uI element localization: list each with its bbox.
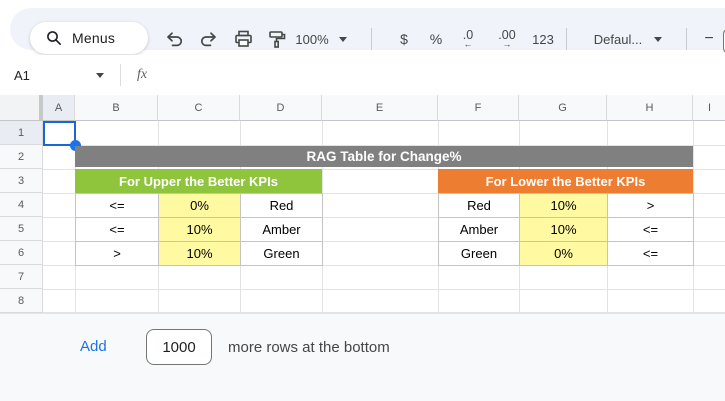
decrease-font-size-button[interactable]: − <box>698 25 720 53</box>
undo-button[interactable] <box>158 25 190 53</box>
decrease-decimal-button[interactable]: .0 ← <box>453 25 483 53</box>
zoom-control[interactable]: 100% <box>288 25 354 53</box>
column-header-g[interactable]: G <box>519 95 607 121</box>
column-header-i[interactable]: I <box>693 95 725 121</box>
column-header-f[interactable]: F <box>438 95 519 121</box>
column-header-b[interactable]: B <box>75 95 158 121</box>
format-currency-button[interactable]: $ <box>390 25 418 53</box>
font-selector[interactable]: Defaul... <box>578 25 678 53</box>
table-cell[interactable]: <= <box>76 218 159 242</box>
increase-decimal-icon: .00 → <box>498 29 515 50</box>
name-box-chevron-icon[interactable] <box>96 73 104 78</box>
lower-better-table: Red 10% > Amber 10% <= Green 0% <= <box>438 193 694 266</box>
column-header-a[interactable]: A <box>43 95 75 121</box>
table-cell[interactable]: 10% <box>520 194 608 218</box>
add-rows-button[interactable]: Add <box>80 338 107 355</box>
rows-count-input[interactable] <box>146 329 212 365</box>
column-header-h[interactable]: H <box>607 95 693 121</box>
table-cell[interactable]: Amber <box>241 218 323 242</box>
table-cell[interactable]: 10% <box>159 242 241 266</box>
table-cell[interactable]: 10% <box>520 218 608 242</box>
fx-icon[interactable]: fx <box>137 67 147 83</box>
row-header-4[interactable]: 4 <box>0 193 43 217</box>
search-icon <box>46 30 62 46</box>
row-header-1[interactable]: 1 <box>0 121 43 145</box>
redo-icon <box>199 30 219 48</box>
table-cell[interactable]: Green <box>241 242 323 266</box>
menus-search[interactable]: Menus <box>30 22 148 54</box>
table-cell[interactable]: Green <box>439 242 520 266</box>
menus-label: Menus <box>72 30 115 46</box>
add-rows-panel: Add more rows at the bottom <box>0 313 725 401</box>
table-cell[interactable]: Amber <box>439 218 520 242</box>
upper-better-header[interactable]: For Upper the Better KPIs <box>75 169 322 193</box>
column-header-d[interactable]: D <box>240 95 322 121</box>
table-cell[interactable]: 0% <box>159 194 241 218</box>
toolbar-divider <box>566 28 567 50</box>
row-header-7[interactable]: 7 <box>0 265 43 289</box>
name-box[interactable]: A1 <box>14 68 94 83</box>
toolbar-divider <box>371 28 372 50</box>
row-headers: 1 2 3 4 5 6 7 8 <box>0 121 43 313</box>
table-cell[interactable]: > <box>608 194 694 218</box>
more-formats-button[interactable]: 123 <box>528 25 558 53</box>
row-header-8[interactable]: 8 <box>0 289 43 313</box>
row-header-6[interactable]: 6 <box>0 241 43 265</box>
toolbar: Menus <box>0 0 725 55</box>
select-all-corner[interactable] <box>0 95 43 121</box>
table-cell[interactable]: <= <box>76 194 159 218</box>
print-button[interactable] <box>226 25 260 53</box>
formula-bar: A1 fx <box>0 55 725 95</box>
table-cell[interactable]: Red <box>241 194 323 218</box>
table-cell[interactable]: 10% <box>159 218 241 242</box>
column-headers: A B C D E F G H I <box>0 95 725 121</box>
column-header-c[interactable]: C <box>158 95 240 121</box>
rag-table-title[interactable]: RAG Table for Change% <box>75 146 693 167</box>
row-header-2[interactable]: 2 <box>0 145 43 169</box>
chevron-down-icon <box>654 37 662 42</box>
row-header-3[interactable]: 3 <box>0 169 43 193</box>
spreadsheet-grid: A B C D E F G H I 1 2 3 4 5 6 7 8 <box>0 95 725 313</box>
column-header-e[interactable]: E <box>322 95 438 121</box>
format-percent-button[interactable]: % <box>422 25 450 53</box>
decrease-decimal-icon: .0 ← <box>463 29 473 50</box>
paint-roller-icon <box>267 30 287 49</box>
redo-button[interactable] <box>193 25 225 53</box>
table-cell[interactable]: <= <box>608 218 694 242</box>
row-header-5[interactable]: 5 <box>0 217 43 241</box>
font-name: Defaul... <box>594 32 642 47</box>
undo-icon <box>164 30 184 48</box>
table-cell[interactable]: > <box>76 242 159 266</box>
lower-better-header[interactable]: For Lower the Better KPIs <box>438 169 693 193</box>
chevron-down-icon <box>339 37 347 42</box>
table-cell[interactable]: Red <box>439 194 520 218</box>
add-rows-suffix-label: more rows at the bottom <box>228 339 390 356</box>
formula-bar-divider <box>120 64 121 86</box>
print-icon <box>234 30 253 48</box>
table-cell[interactable]: <= <box>608 242 694 266</box>
zoom-value: 100% <box>295 32 328 47</box>
cells-area[interactable]: RAG Table for Change% For Upper the Bett… <box>43 121 725 313</box>
upper-better-table: <= 0% Red <= 10% Amber > 10% Green <box>75 193 323 266</box>
table-cell[interactable]: 0% <box>520 242 608 266</box>
increase-decimal-button[interactable]: .00 → <box>491 25 523 53</box>
toolbar-strip: Menus <box>10 8 725 50</box>
google-sheets-app: Menus <box>0 0 725 401</box>
toolbar-divider <box>686 28 687 50</box>
